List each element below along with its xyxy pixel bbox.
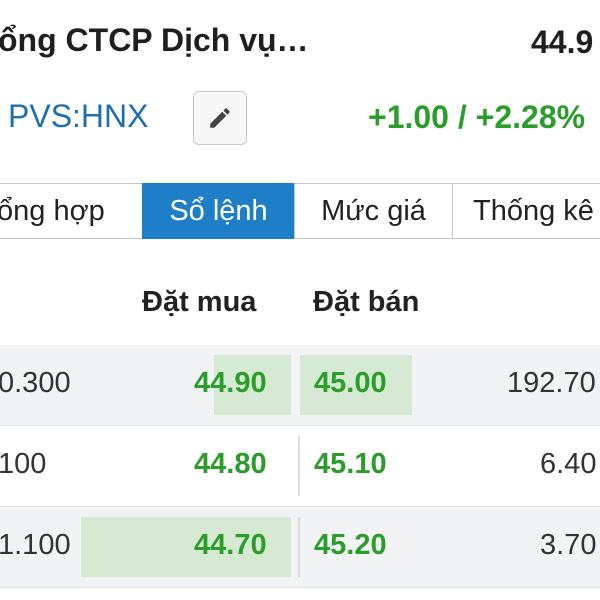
tab-label: ổng hợp — [0, 195, 105, 227]
tab-label: Sổ lệnh — [169, 195, 268, 227]
tab-label: Mức giá — [321, 195, 426, 227]
bid-price: 44.70 — [194, 529, 267, 561]
current-price: 44.9 — [531, 24, 594, 60]
edit-button[interactable] — [193, 91, 247, 145]
bid-price: 44.90 — [194, 367, 267, 399]
ask-price: 45.10 — [314, 448, 387, 480]
pencil-icon — [210, 108, 230, 128]
ask-volume: 3.70 — [540, 529, 597, 561]
stock-detail-panel: ổng CTCP Dịch vụ… 44.9 PVS:HNX +1.00 / +… — [0, 0, 600, 600]
price-change: +1.00 / +2.28% — [368, 99, 586, 135]
ask-column-header: Đặt bán — [313, 286, 420, 318]
tab-label: Thống kê — [473, 195, 594, 227]
ask-volume: 192.70 — [507, 367, 596, 399]
bid-column-header: Đặt mua — [142, 286, 257, 318]
tab-bar: ổng hợp Sổ lệnh Mức giá Thống kê — [0, 183, 600, 239]
ask-price: 45.20 — [314, 529, 387, 561]
bid-volume: 0.300 — [0, 367, 71, 399]
bid-volume: 1.100 — [0, 529, 71, 561]
tab-so-lenh[interactable]: Sổ lệnh — [142, 183, 295, 239]
volume-divider — [298, 436, 300, 496]
order-book-row — [0, 426, 600, 506]
tab-muc-gia[interactable]: Mức giá — [294, 183, 453, 239]
ask-volume: 6.40 — [540, 448, 597, 480]
bid-volume: 100 — [0, 448, 47, 480]
tab-thong-ke[interactable]: Thống kê — [452, 183, 600, 239]
volume-divider — [298, 517, 300, 577]
ticker-symbol: PVS:HNX — [8, 98, 149, 134]
ask-price: 45.00 — [314, 367, 387, 399]
tab-tong-hop[interactable]: ổng hợp — [0, 183, 143, 239]
row-divider — [0, 587, 600, 588]
company-name: ổng CTCP Dịch vụ… — [0, 22, 309, 58]
bid-price: 44.80 — [194, 448, 267, 480]
